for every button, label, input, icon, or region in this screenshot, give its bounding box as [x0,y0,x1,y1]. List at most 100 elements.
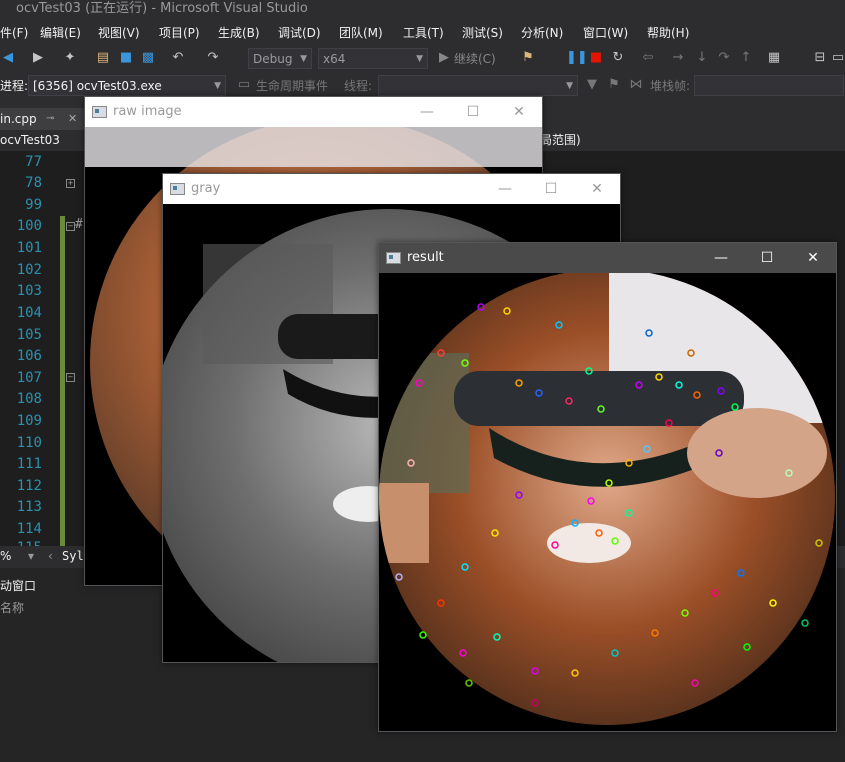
menu-test[interactable]: 测试(S) [462,21,503,45]
chevron-down-icon: ▼ [214,81,221,91]
maximize-button[interactable]: ☐ [528,174,574,204]
fold-icon[interactable]: − [66,222,75,231]
maximize-button[interactable]: ☐ [450,97,496,127]
thread-dropdown[interactable]: ▼ [378,75,578,96]
close-icon[interactable]: ✕ [68,108,77,130]
vs-titlebar: ocvTest03 (正在运行) - Microsoft Visual Stud… [0,0,845,20]
line-number: 113 [16,499,42,515]
close-button[interactable]: ✕ [790,243,836,273]
line-number: 105 [16,327,42,343]
save-icon[interactable]: ■ [118,49,134,67]
show-next-statement-icon[interactable]: ⇦ [640,49,656,67]
minimize-button[interactable]: — [482,174,528,204]
continue-label[interactable]: 继续(C) [454,46,496,72]
window-app-icon [386,252,401,264]
menu-project[interactable]: 项目(P) [159,21,200,45]
menu-window[interactable]: 窗口(W) [583,21,628,45]
menu-view[interactable]: 视图(V) [98,21,140,45]
fold-icon[interactable]: − [66,373,75,382]
change-indicator [60,216,65,546]
step-out-icon[interactable]: ↷ [716,49,732,67]
continue-icon[interactable]: ▶ [436,49,452,67]
chevron-left-icon[interactable]: ‹ [48,549,53,563]
zoom-level[interactable]: % [0,549,11,563]
step-over-icon[interactable]: ↓ [694,49,710,67]
menu-analyze[interactable]: 分析(N) [521,21,563,45]
pause-icon[interactable]: ❚❚ [566,49,588,67]
line-number: 99 [25,197,42,213]
pin-icon[interactable]: ⊸ [46,108,54,130]
raw-image-title: raw image [113,104,182,119]
layout-icon[interactable]: ▭ [830,49,845,67]
result-image-photo [379,273,835,725]
raw-image-titlebar[interactable]: raw image — ☐ ✕ [85,97,542,127]
menu-team[interactable]: 团队(M) [339,21,383,45]
document-tab[interactable]: in.cpp ⊸ ✕ [0,108,90,130]
config-dropdown[interactable]: Debug ▼ [248,48,312,69]
line-number: 103 [16,283,42,299]
menu-tools[interactable]: 工具(T) [403,21,444,45]
menu-build[interactable]: 生成(B) [218,21,260,45]
forward-icon[interactable]: ▶ [30,49,46,67]
nav-project[interactable]: ocvTest03 [0,130,60,150]
step-into-icon[interactable]: → [670,49,686,67]
menu-help[interactable]: 帮助(H) [647,21,689,45]
result-titlebar[interactable]: result — ☐ ✕ [379,243,836,273]
step-up-icon[interactable]: ↑ [738,49,754,67]
undo-icon[interactable]: ↶ [170,49,186,67]
close-button[interactable]: ✕ [496,97,542,127]
chevron-down-icon: ▼ [416,54,423,64]
standard-toolbar: ◀ ▶ ✦ ▤ ■ ▩ ↶ ↷ Debug ▼ x64 ▼ ▶ 继续(C) ⚑ … [0,46,845,72]
window-app-icon [170,183,185,195]
minimize-button[interactable]: — [698,243,744,273]
minimize-button[interactable]: — [404,97,450,127]
line-number: 112 [16,478,42,494]
menu-edit[interactable]: 编辑(E) [40,21,81,45]
menu-file[interactable]: 件(F) [0,21,28,45]
line-number: 100 [16,218,42,234]
nav-scope[interactable]: 局范围) [540,130,581,150]
layout-icon[interactable]: ⊟ [812,49,828,67]
chevron-down-icon: ▼ [566,81,573,91]
line-number: 78 [25,175,42,191]
fold-icon[interactable]: + [66,179,75,188]
menu-debug[interactable]: 调试(D) [278,21,321,45]
open-file-icon[interactable]: ▤ [95,49,111,67]
result-title: result [407,250,444,265]
threads-icon[interactable]: ⋈ [628,76,644,94]
lifecycle-icon[interactable]: ▭ [236,76,252,94]
platform-dropdown[interactable]: x64 ▼ [318,48,428,69]
restart-icon[interactable]: ↻ [610,49,626,67]
vs-window-title: ocvTest03 (正在运行) - Microsoft Visual Stud… [16,1,308,16]
stackframe-dropdown[interactable] [694,75,844,96]
flag-icon[interactable]: ⚑ [606,76,622,94]
hex-icon[interactable]: ▦ [766,49,782,67]
config-value: Debug [253,52,293,66]
window-app-icon [92,106,107,118]
filter-icon[interactable]: ▼ [584,76,600,94]
close-button[interactable]: ✕ [574,174,620,204]
menu-bar: 件(F) 编辑(E) 视图(V) 项目(P) 生成(B) 调试(D) 团队(M)… [0,21,845,45]
attach-icon[interactable]: ⚑ [520,49,536,67]
stop-icon[interactable]: ■ [588,49,604,67]
process-value: [6356] ocvTest03.exe [33,79,162,93]
tab-label: in.cpp [0,112,37,126]
save-all-icon[interactable]: ▩ [140,49,156,67]
line-number: 110 [16,435,42,451]
maximize-button[interactable]: ☐ [744,243,790,273]
chevron-down-icon[interactable]: ▾ [28,549,34,563]
platform-value: x64 [323,52,346,66]
redo-icon[interactable]: ↷ [205,49,221,67]
back-icon[interactable]: ◀ [0,49,16,67]
result-window[interactable]: result — ☐ ✕ [378,242,837,732]
column-header-name[interactable]: 名称 [0,599,24,616]
panel-title: 动窗口 [0,579,37,593]
tab-fragment: Syl [62,549,84,563]
stackframe-label: 堆栈帧: [650,79,691,93]
result-canvas [379,273,836,731]
gray-title: gray [191,181,221,196]
gray-titlebar[interactable]: gray — ☐ ✕ [163,174,620,204]
new-project-icon[interactable]: ✦ [62,49,78,67]
line-number: 106 [16,348,42,364]
process-dropdown[interactable]: [6356] ocvTest03.exe ▼ [28,75,226,96]
